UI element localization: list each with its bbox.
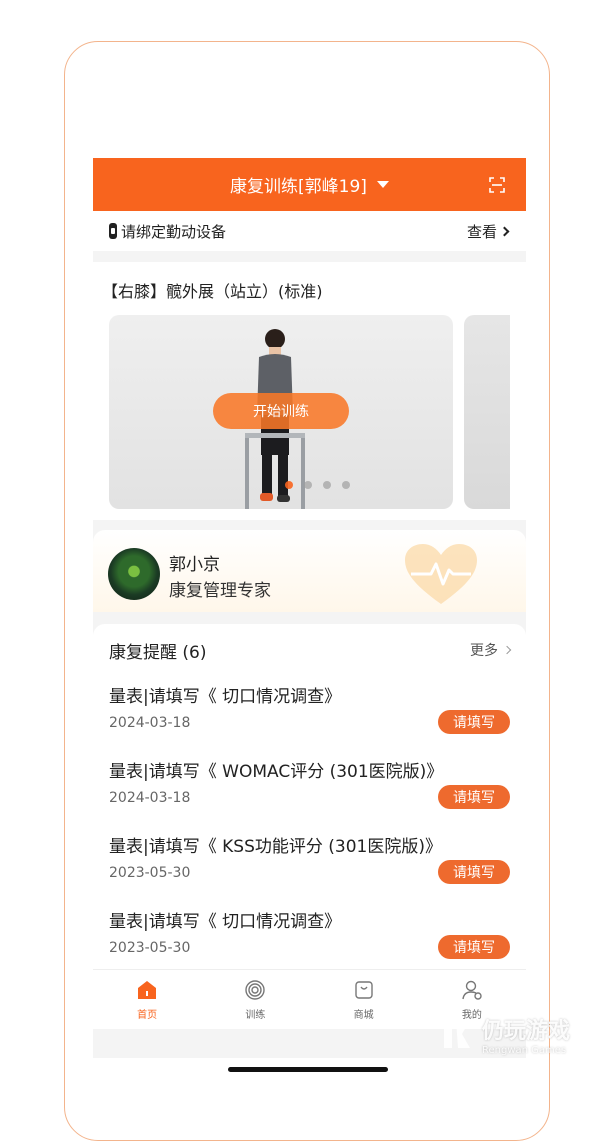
exercise-video-card[interactable]: 开始训练 — [109, 315, 453, 509]
device-view-link[interactable]: 查看 — [466, 221, 510, 242]
patient-selector[interactable]: 康复训练[郭峰19] — [230, 172, 367, 197]
reminders-more-link[interactable]: 更多 — [470, 640, 512, 660]
shopping-bag-icon — [354, 980, 373, 999]
carousel-dot[interactable] — [323, 481, 331, 489]
fill-in-button[interactable]: 请填写 — [438, 860, 510, 884]
expert-card[interactable]: 郭小京 康复管理专家 — [93, 530, 526, 612]
home-icon — [138, 980, 157, 999]
reminder-title: 量表|请填写《 WOMAC评分 (301医院版)》 — [109, 762, 444, 782]
target-icon — [245, 979, 266, 1000]
reminder-date: 2023-05-30 — [109, 865, 191, 881]
top-bar: 康复训练[郭峰19] — [93, 158, 526, 211]
tab-training-label: 训练 — [245, 1009, 266, 1021]
app-screen: 康复训练[郭峰19] 请绑定勤动设备 查看 【右膝】髋外展（站立）(标准) 开始… — [93, 158, 526, 1058]
fill-in-button[interactable]: 请填写 — [438, 710, 510, 734]
tab-home-label: 首页 — [137, 1009, 158, 1021]
carousel-dot[interactable] — [304, 481, 312, 489]
reminder-item[interactable]: 量表|请填写《 WOMAC评分 (301医院版)》 2024-03-18 请填写 — [109, 757, 510, 832]
expert-role: 康复管理专家 — [169, 581, 271, 601]
reminder-date: 2024-03-18 — [109, 715, 191, 731]
reminders-section: 康复提醒 (6) 更多 量表|请填写《 切口情况调查》 2024-03-18 请… — [93, 624, 526, 984]
reminder-title: 量表|请填写《 KSS功能评分 (301医院版)》 — [109, 837, 442, 857]
profile-icon — [462, 980, 482, 1000]
carousel-dots — [285, 481, 350, 489]
next-video-card[interactable] — [464, 315, 510, 509]
reminder-title: 量表|请填写《 切口情况调查》 — [109, 687, 342, 707]
tab-training[interactable]: 训练 — [201, 970, 309, 1029]
device-bind-bar[interactable]: 请绑定勤动设备 查看 — [93, 211, 526, 251]
more-label: 更多 — [470, 643, 498, 659]
watermark-subtitle: Rengwan Games — [482, 1044, 567, 1056]
watermark-logo-icon — [438, 1020, 470, 1048]
device-view-label: 查看 — [466, 222, 497, 241]
watermark: 仍玩游戏 Rengwan Games — [432, 1012, 570, 1056]
reminder-date: 2024-03-18 — [109, 790, 191, 806]
tab-mall[interactable]: 商城 — [310, 970, 418, 1029]
device-bind-label: 请绑定勤动设备 — [121, 222, 227, 241]
chevron-right-icon — [499, 226, 510, 236]
wristband-icon — [109, 223, 117, 239]
reminder-item[interactable]: 量表|请填写《 切口情况调查》 2024-03-18 请填写 — [109, 682, 510, 757]
carousel-dot[interactable] — [285, 481, 293, 489]
carousel-dot[interactable] — [342, 481, 350, 489]
reminder-title: 量表|请填写《 切口情况调查》 — [109, 912, 342, 932]
expert-name: 郭小京 — [169, 555, 220, 575]
home-indicator[interactable] — [228, 1067, 388, 1072]
start-training-button[interactable]: 开始训练 — [213, 393, 349, 429]
scan-icon[interactable] — [489, 177, 505, 193]
fill-in-button[interactable]: 请填写 — [438, 785, 510, 809]
tab-mall-label: 商城 — [353, 1009, 374, 1021]
exercise-title: 【右膝】髋外展（站立）(标准) — [102, 282, 323, 301]
dropdown-caret-icon[interactable] — [376, 181, 389, 188]
reminders-heading: 康复提醒 (6) — [109, 643, 207, 663]
watermark-name: 仍玩游戏 — [482, 1018, 571, 1044]
reminder-item[interactable]: 量表|请填写《 KSS功能评分 (301医院版)》 2023-05-30 请填写 — [109, 832, 510, 907]
fill-in-button[interactable]: 请填写 — [438, 935, 510, 959]
avatar — [108, 548, 160, 600]
chevron-right-icon — [502, 645, 512, 655]
training-section: 【右膝】髋外展（站立）(标准) 开始训练 — [93, 262, 526, 520]
tab-home[interactable]: 首页 — [93, 970, 201, 1029]
reminder-date: 2023-05-30 — [109, 940, 191, 956]
heartbeat-icon — [405, 544, 477, 604]
